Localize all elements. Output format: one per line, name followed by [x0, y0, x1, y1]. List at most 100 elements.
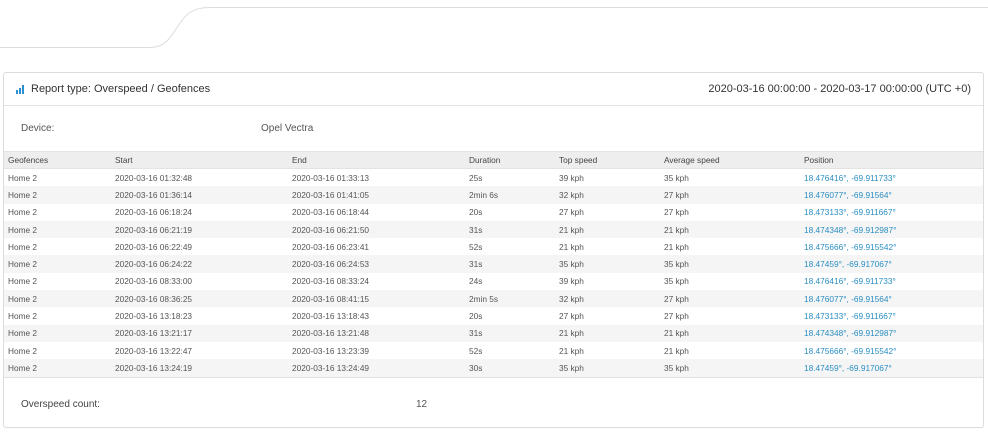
cell-duration: 31s [465, 255, 555, 273]
cell-average-speed: 21 kph [664, 241, 689, 252]
cell-position[interactable]: 18.476416°, -69.911733° [800, 273, 983, 290]
cell-top-speed: 27 kph [559, 311, 584, 322]
cell-end: 2020-03-16 13:18:43 [292, 311, 370, 322]
cell-geofence: Home 2 [4, 324, 111, 342]
cell-end: 2020-03-16 01:41:05 [288, 186, 465, 204]
cell-position[interactable]: 18.473133°, -69.911667° [800, 307, 983, 324]
cell-duration: 24s [469, 276, 483, 287]
cell-position[interactable]: 18.473133°, -69.911667° [800, 204, 983, 221]
cell-geofence: Home 2 [8, 276, 38, 287]
cell-position[interactable]: 18.476077°, -69.91564° [800, 186, 983, 204]
cell-geofence: Home 2 [8, 207, 38, 218]
table-row: Home 2 2020-03-16 01:32:48 2020-03-16 01:3… [4, 169, 983, 187]
cell-position[interactable]: 18.47459°, -69.917067° [800, 359, 983, 377]
cell-geofence: Home 2 [8, 345, 38, 356]
cell-start: 2020-03-16 13:21:17 [111, 324, 288, 342]
table-row: Home 2 2020-03-16 01:36:14 2020-03-16 01:4… [4, 186, 983, 204]
cell-start: 2020-03-16 13:22:47 [115, 345, 193, 356]
cell-geofence: Home 2 [4, 255, 111, 273]
col-geofences: Geofences [4, 151, 111, 169]
overspeed-count-value: 12 [416, 398, 428, 410]
cell-duration: 2min 5s [465, 290, 555, 308]
table-row: Home 2 2020-03-16 08:36:25 2020-03-16 08:4… [4, 290, 983, 308]
cell-average-speed: 35 kph [660, 359, 800, 377]
cell-end: 2020-03-16 08:41:15 [288, 290, 465, 308]
cell-top-speed: 27 kph [559, 207, 584, 218]
table-row: Home 2 2020-03-16 06:22:49 2020-03-16 06:2… [4, 238, 983, 255]
table-row: Home 2 2020-03-16 13:22:47 2020-03-16 13:2… [4, 342, 983, 359]
cell-duration: 20s [469, 311, 483, 322]
cell-duration: 20s [469, 207, 483, 218]
cell-duration: 52s [469, 345, 483, 356]
overspeed-count-label: Overspeed count: [21, 398, 100, 410]
cell-start: 2020-03-16 08:33:00 [115, 276, 193, 287]
table-row: Home 2 2020-03-16 08:33:00 2020-03-16 08:3… [4, 273, 983, 290]
col-duration: Duration [465, 151, 555, 169]
device-row: Device: Opel Vectra [4, 106, 983, 151]
cell-end: 2020-03-16 01:33:13 [292, 172, 370, 183]
cell-start: 2020-03-16 01:36:14 [111, 186, 288, 204]
col-end: End [288, 151, 465, 169]
col-average-speed: Average speed [660, 151, 800, 169]
cell-end: 2020-03-16 06:24:53 [288, 255, 465, 273]
cell-end: 2020-03-16 13:24:49 [288, 359, 465, 377]
cell-start: 2020-03-16 06:21:19 [111, 220, 288, 239]
cell-average-speed: 21 kph [660, 220, 800, 239]
table-row: Home 2 2020-03-16 06:24:22 2020-03-16 06:2… [4, 255, 983, 273]
bar-chart-icon [16, 84, 25, 94]
cell-geofence: Home 2 [8, 241, 38, 252]
cell-top-speed: 35 kph [555, 359, 660, 377]
cell-end: 2020-03-16 06:18:44 [292, 207, 370, 218]
cell-position[interactable]: 18.474348°, -69.912987° [800, 324, 983, 342]
cell-top-speed: 21 kph [559, 345, 584, 356]
col-start: Start [111, 151, 288, 169]
table-header-row: Geofences Start End Duration Top speed A… [4, 151, 983, 169]
device-value: Opel Vectra [261, 123, 314, 134]
cell-geofence: Home 2 [8, 311, 38, 322]
table-row: Home 2 2020-03-16 13:18:23 2020-03-16 13:1… [4, 307, 983, 324]
cell-geofence: Home 2 [4, 220, 111, 239]
cell-geofence: Home 2 [8, 172, 38, 183]
cell-end: 2020-03-16 06:23:41 [292, 241, 370, 252]
cell-position[interactable]: 18.474348°, -69.912987° [800, 220, 983, 239]
col-position: Position [800, 151, 983, 169]
cell-position[interactable]: 18.475666°, -69.915542° [800, 342, 983, 359]
overspeed-table: Geofences Start End Duration Top speed A… [4, 151, 983, 377]
report-header: Report type: Overspeed / Geofences 2020-… [4, 73, 983, 106]
cell-end: 2020-03-16 13:21:48 [288, 324, 465, 342]
cell-start: 2020-03-16 06:18:24 [115, 207, 193, 218]
cell-top-speed: 32 kph [555, 290, 660, 308]
table-row: Home 2 2020-03-16 13:21:17 2020-03-16 13:2… [4, 324, 983, 342]
cell-top-speed: 21 kph [555, 220, 660, 239]
cell-start: 2020-03-16 13:18:23 [115, 311, 193, 322]
cell-position[interactable]: 18.476077°, -69.91564° [800, 290, 983, 308]
cell-end: 2020-03-16 06:21:50 [288, 220, 465, 239]
cell-start: 2020-03-16 01:32:48 [115, 172, 193, 183]
cell-geofence: Home 2 [4, 290, 111, 308]
col-top-speed: Top speed [555, 151, 660, 169]
cell-average-speed: 35 kph [660, 255, 800, 273]
cell-end: 2020-03-16 13:23:39 [292, 345, 370, 356]
report-type-label: Report type: Overspeed / Geofences [31, 83, 211, 95]
cell-position[interactable]: 18.47459°, -69.917067° [800, 255, 983, 273]
cell-duration: 25s [469, 172, 483, 183]
table-row: Home 2 2020-03-16 06:21:19 2020-03-16 06:2… [4, 220, 983, 239]
cell-average-speed: 35 kph [664, 172, 689, 183]
cell-top-speed: 35 kph [555, 255, 660, 273]
report-panel: Report type: Overspeed / Geofences 2020-… [3, 72, 984, 428]
cell-duration: 52s [469, 241, 483, 252]
cell-position[interactable]: 18.476416°, -69.911733° [800, 169, 983, 187]
cell-average-speed: 27 kph [664, 207, 689, 218]
cell-duration: 30s [465, 359, 555, 377]
cell-duration: 2min 6s [465, 186, 555, 204]
cell-top-speed: 39 kph [559, 172, 584, 183]
cell-start: 2020-03-16 06:24:22 [111, 255, 288, 273]
table-row: Home 2 2020-03-16 06:18:24 2020-03-16 06:1… [4, 204, 983, 221]
cell-end: 2020-03-16 08:33:24 [292, 276, 370, 287]
report-type: Report type: Overspeed / Geofences [16, 83, 210, 95]
cell-geofence: Home 2 [4, 186, 111, 204]
report-date-range: 2020-03-16 00:00:00 - 2020-03-17 00:00:0… [708, 83, 971, 95]
cell-position[interactable]: 18.475666°, -69.915542° [800, 238, 983, 255]
cell-top-speed: 21 kph [559, 241, 584, 252]
tab-curve-shape [0, 7, 988, 48]
